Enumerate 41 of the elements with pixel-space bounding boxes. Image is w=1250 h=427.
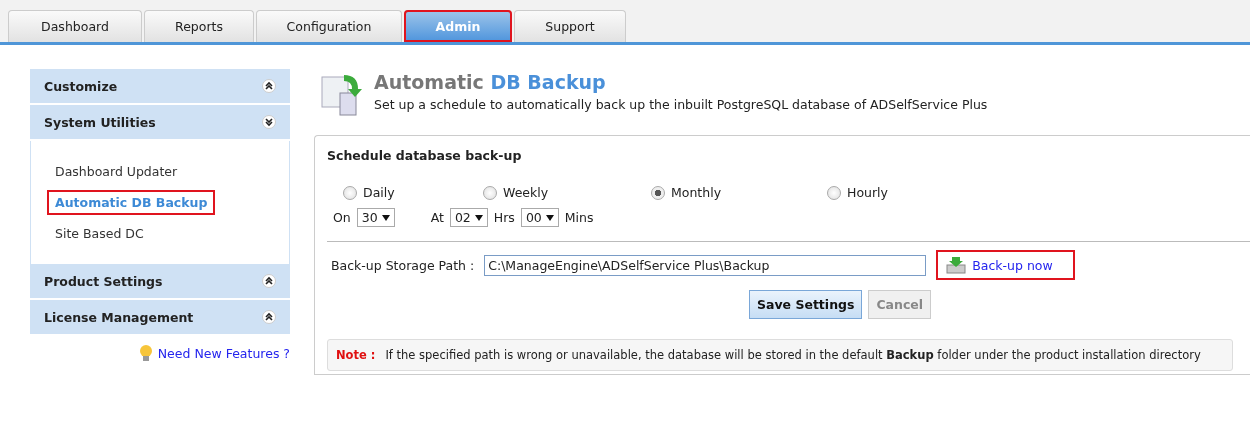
chevrons-down-icon[interactable] bbox=[262, 115, 276, 129]
sidebar-section-header[interactable]: System Utilities bbox=[30, 105, 290, 141]
sidebar-section-header[interactable]: Customize bbox=[30, 69, 290, 105]
frequency-radio[interactable]: Monthly bbox=[651, 185, 827, 200]
nav-tab[interactable]: Reports bbox=[144, 10, 254, 42]
drive-download-icon bbox=[946, 256, 967, 274]
page-subtitle: Set up a schedule to automatically back up the inbuilt PostgreSQL database of ADSelfService Plus bbox=[374, 97, 988, 112]
nav-tab[interactable]: Support bbox=[514, 10, 626, 42]
nav-tab[interactable]: Configuration bbox=[256, 10, 402, 42]
minutes-select[interactable]: 00 bbox=[520, 208, 559, 227]
note-label: Note : bbox=[336, 348, 376, 362]
frequency-radio[interactable]: Daily bbox=[343, 185, 483, 200]
section-title: Schedule database back-up bbox=[327, 148, 523, 163]
save-button[interactable]: Save Settings bbox=[749, 290, 863, 319]
backup-now-link[interactable]: Back-up now bbox=[972, 257, 1053, 273]
storage-path-field[interactable]: C:\ManageEngine\ADSelfService Plus\Backup bbox=[484, 254, 927, 276]
feature-request-link[interactable]: Need New Features ? bbox=[157, 345, 290, 361]
sidebar-section-header[interactable]: Product Settings bbox=[30, 264, 290, 300]
dropdown-caret-icon bbox=[474, 214, 483, 221]
day-label: On bbox=[333, 210, 351, 225]
hours-label: Hrs bbox=[493, 210, 515, 225]
storage-path-label: Back-up Storage Path : bbox=[331, 257, 475, 273]
sidebar-item[interactable]: Site Based DC bbox=[47, 221, 152, 246]
minutes-label: Mins bbox=[564, 210, 594, 225]
chevrons-up-icon[interactable] bbox=[262, 274, 276, 288]
dropdown-caret-icon bbox=[545, 214, 554, 221]
frequency-radio[interactable]: Hourly bbox=[827, 185, 1007, 200]
chevrons-up-icon[interactable] bbox=[262, 310, 276, 324]
sidebar-item[interactable]: Dashboard Updater bbox=[47, 159, 186, 184]
sidebar-section-header[interactable]: License Management bbox=[30, 300, 290, 336]
frequency-radio[interactable]: Weekly bbox=[483, 185, 651, 200]
page-title: Automatic DB Backup bbox=[374, 71, 607, 93]
time-label: At bbox=[430, 210, 444, 225]
note-text: If the specified path is wrong or unavailable, the database will be stored in the default Backup folder under the product installation directory bbox=[385, 348, 1201, 362]
hours-select[interactable]: 02 bbox=[449, 208, 488, 227]
day-select[interactable]: 30 bbox=[356, 208, 395, 227]
chevrons-up-icon[interactable] bbox=[262, 79, 276, 93]
dropdown-caret-icon bbox=[381, 214, 390, 221]
nav-tab[interactable]: Dashboard bbox=[8, 10, 142, 42]
sidebar-item[interactable]: Automatic DB Backup bbox=[47, 190, 216, 215]
lightbulb-icon bbox=[137, 344, 154, 362]
